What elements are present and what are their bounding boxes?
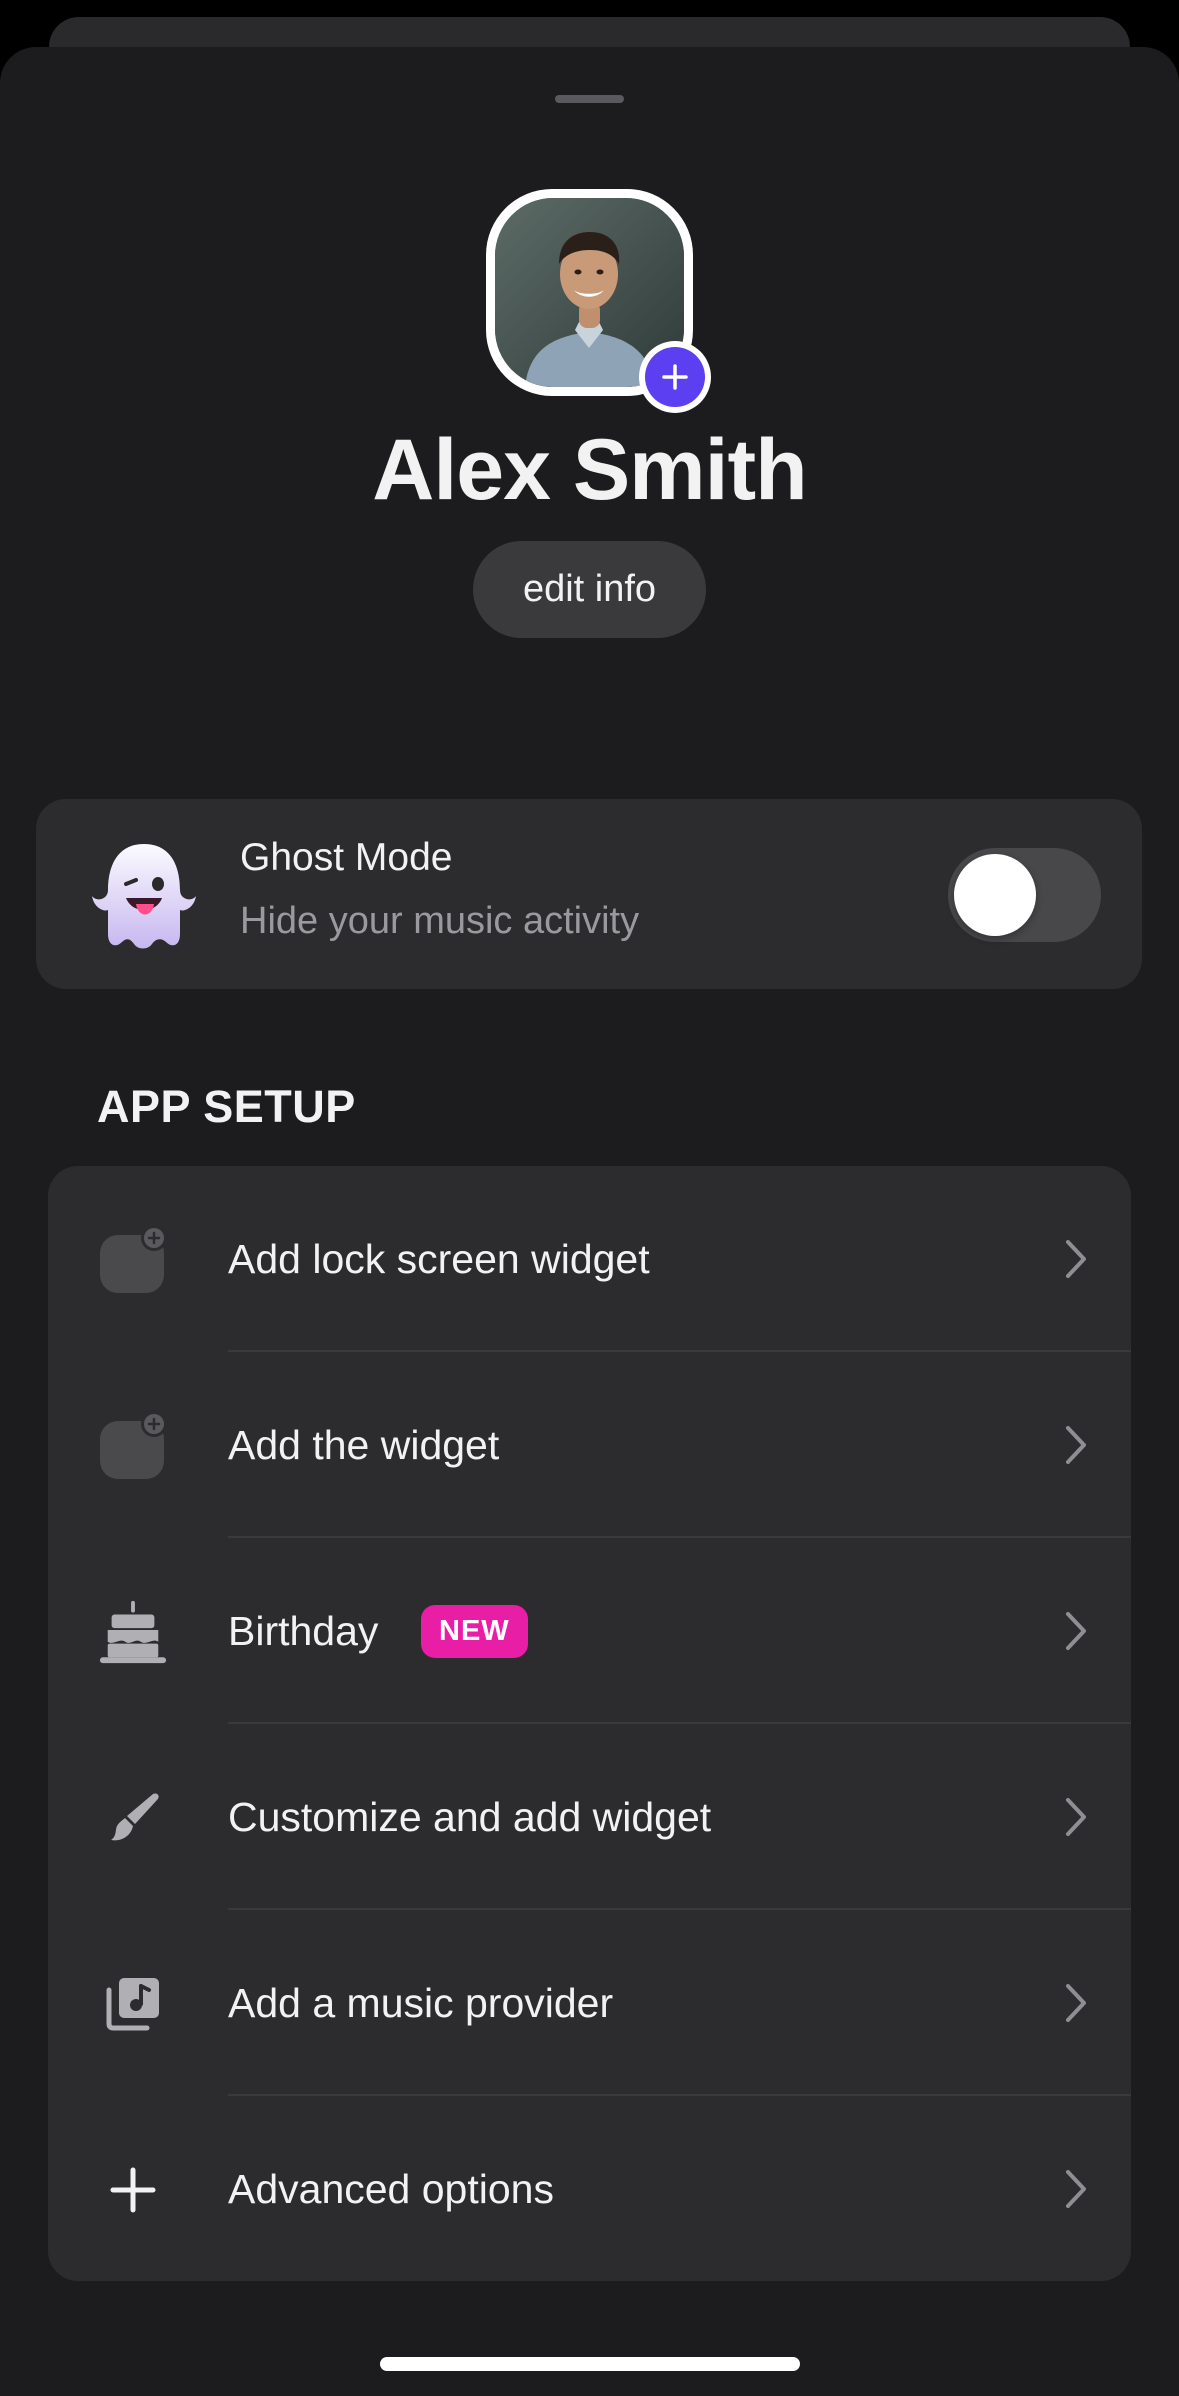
new-badge: NEW — [421, 1605, 528, 1658]
list-item-label: Birthday — [228, 1608, 379, 1654]
widget-add-icon — [98, 1225, 168, 1295]
list-item-advanced-options[interactable]: Advanced options — [48, 2096, 1131, 2281]
app-setup-heading: APP SETUP — [97, 1081, 356, 1132]
chevron-right-icon — [1066, 1426, 1086, 1464]
home-indicator[interactable] — [380, 2357, 800, 2371]
ghost-mode-subtitle: Hide your music activity — [240, 900, 640, 942]
chevron-right-icon — [1066, 1984, 1086, 2022]
brush-icon — [98, 1783, 168, 1853]
list-item-birthday[interactable]: Birthday NEW — [48, 1538, 1131, 1724]
ghost-mode-toggle[interactable] — [948, 848, 1101, 942]
ghost-emoji-icon — [92, 844, 196, 949]
edit-info-button[interactable]: edit info — [473, 541, 706, 638]
widget-add-icon — [98, 1411, 168, 1481]
list-item-customize-widget[interactable]: Customize and add widget — [48, 1724, 1131, 1910]
plus-icon — [98, 2155, 168, 2225]
add-photo-button[interactable] — [639, 341, 711, 413]
profile-name: Alex Smith — [372, 422, 807, 518]
chevron-right-icon — [1066, 1612, 1086, 1650]
list-item-label: Add the widget — [228, 1422, 500, 1468]
cake-icon — [98, 1597, 168, 1667]
list-item-label: Customize and add widget — [228, 1794, 712, 1840]
list-item-lock-screen-widget[interactable]: Add lock screen widget — [48, 1166, 1131, 1352]
list-item-label: Add lock screen widget — [228, 1236, 650, 1282]
list-item-music-provider[interactable]: Add a music provider — [48, 1910, 1131, 2096]
plus-icon — [662, 364, 688, 390]
chevron-right-icon — [1066, 1798, 1086, 1836]
list-item-add-widget[interactable]: Add the widget — [48, 1352, 1131, 1538]
chevron-right-icon — [1066, 2170, 1086, 2208]
app-setup-list: Add lock screen widget Add the widget Bi… — [48, 1166, 1131, 2281]
ghost-mode-title: Ghost Mode — [240, 836, 453, 879]
sheet-grabber[interactable] — [555, 95, 624, 103]
music-library-icon — [98, 1969, 168, 2039]
list-item-label: Add a music provider — [228, 1980, 614, 2026]
toggle-knob — [954, 854, 1036, 936]
chevron-right-icon — [1066, 1240, 1086, 1278]
list-item-label: Advanced options — [228, 2166, 554, 2212]
